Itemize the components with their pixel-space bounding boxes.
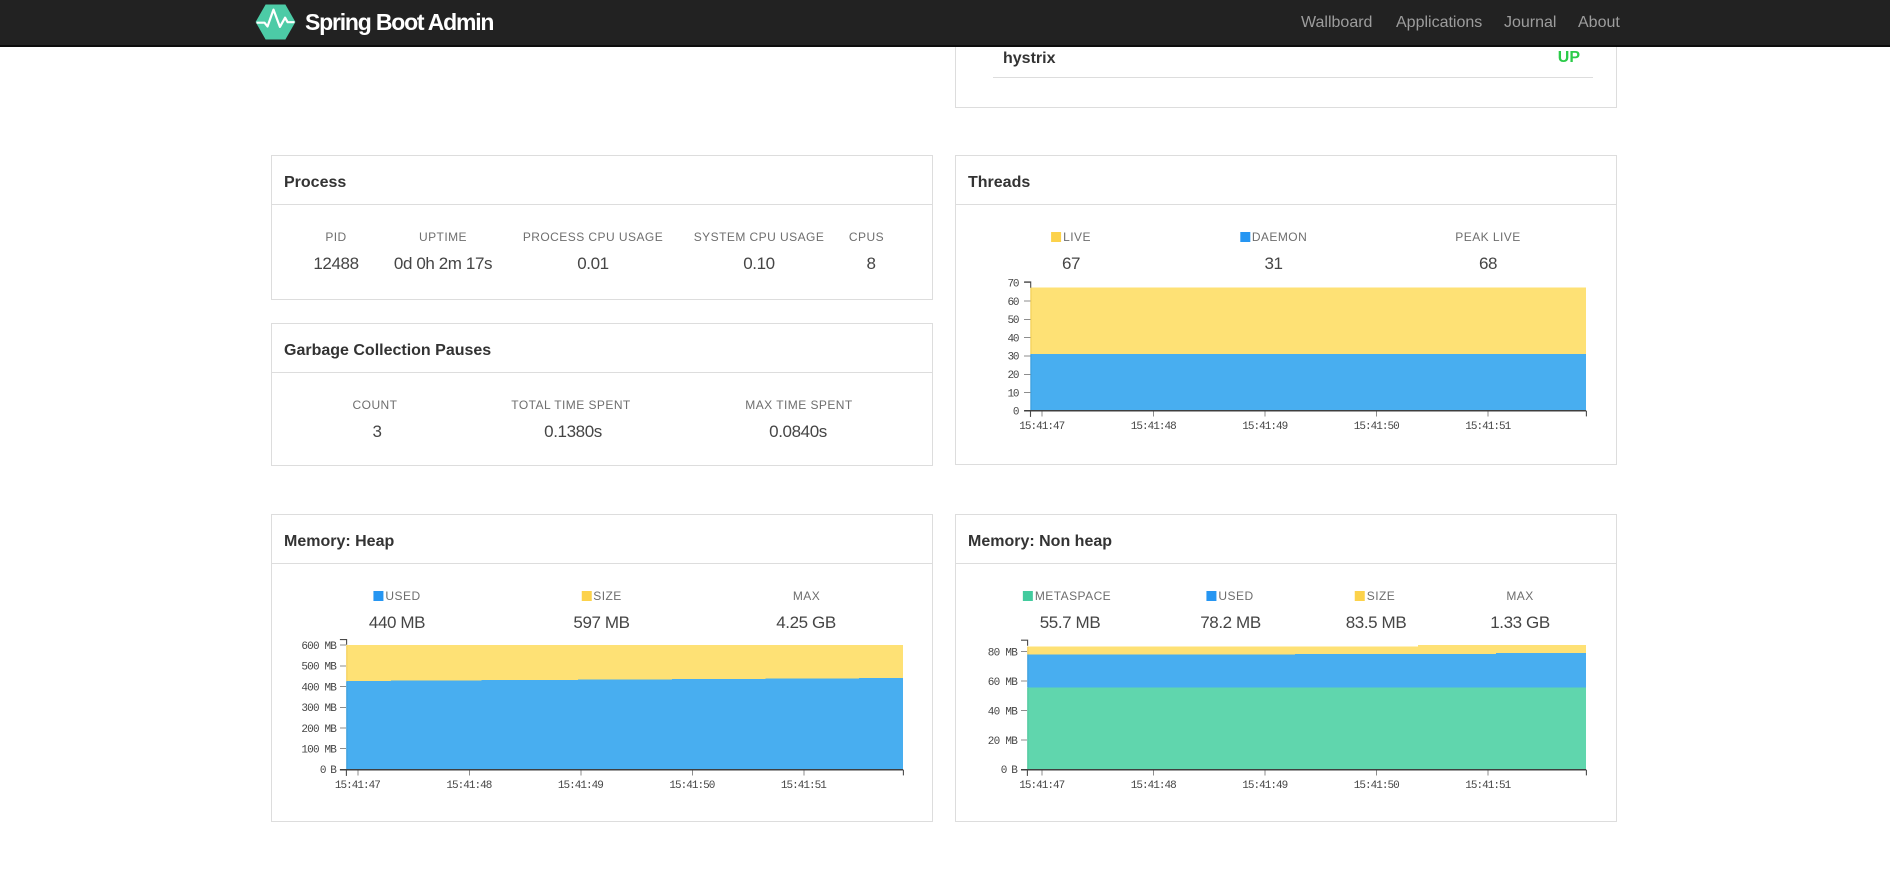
svg-text:0 B: 0 B xyxy=(1001,765,1018,777)
svg-text:15:41:47: 15:41:47 xyxy=(1019,780,1065,792)
svg-text:40: 40 xyxy=(1008,333,1020,345)
svg-text:15:41:50: 15:41:50 xyxy=(1354,421,1400,432)
svg-text:15:41:48: 15:41:48 xyxy=(1131,780,1177,792)
svg-text:20: 20 xyxy=(1008,370,1020,382)
svg-text:60: 60 xyxy=(1008,297,1020,309)
svg-text:40 MB: 40 MB xyxy=(988,706,1018,718)
svg-text:20 MB: 20 MB xyxy=(988,736,1018,748)
svg-text:15:41:51: 15:41:51 xyxy=(1465,421,1511,432)
svg-text:600 MB: 600 MB xyxy=(301,641,337,653)
svg-text:15:41:47: 15:41:47 xyxy=(335,780,381,792)
svg-text:50: 50 xyxy=(1008,315,1020,327)
svg-text:15:41:49: 15:41:49 xyxy=(1242,421,1288,432)
svg-text:15:41:49: 15:41:49 xyxy=(558,780,604,792)
svg-text:15:41:49: 15:41:49 xyxy=(1242,780,1288,792)
svg-text:0: 0 xyxy=(1013,407,1020,419)
svg-text:300 MB: 300 MB xyxy=(301,703,337,715)
svg-text:100 MB: 100 MB xyxy=(301,745,337,757)
svg-text:30: 30 xyxy=(1008,352,1020,364)
svg-text:15:41:50: 15:41:50 xyxy=(1354,780,1400,792)
svg-text:200 MB: 200 MB xyxy=(301,724,337,736)
svg-text:15:41:51: 15:41:51 xyxy=(1465,780,1511,792)
svg-text:15:41:51: 15:41:51 xyxy=(781,780,827,792)
svg-text:10: 10 xyxy=(1008,388,1020,400)
svg-text:80 MB: 80 MB xyxy=(988,648,1018,660)
svg-text:500 MB: 500 MB xyxy=(301,662,337,674)
svg-text:15:41:48: 15:41:48 xyxy=(1131,421,1177,432)
svg-text:15:41:48: 15:41:48 xyxy=(446,780,492,792)
svg-text:15:41:47: 15:41:47 xyxy=(1019,421,1065,432)
svg-text:15:41:50: 15:41:50 xyxy=(669,780,715,792)
svg-text:0 B: 0 B xyxy=(320,765,337,777)
svg-text:60 MB: 60 MB xyxy=(988,677,1018,689)
svg-text:70: 70 xyxy=(1008,279,1020,291)
svg-text:400 MB: 400 MB xyxy=(301,682,337,694)
